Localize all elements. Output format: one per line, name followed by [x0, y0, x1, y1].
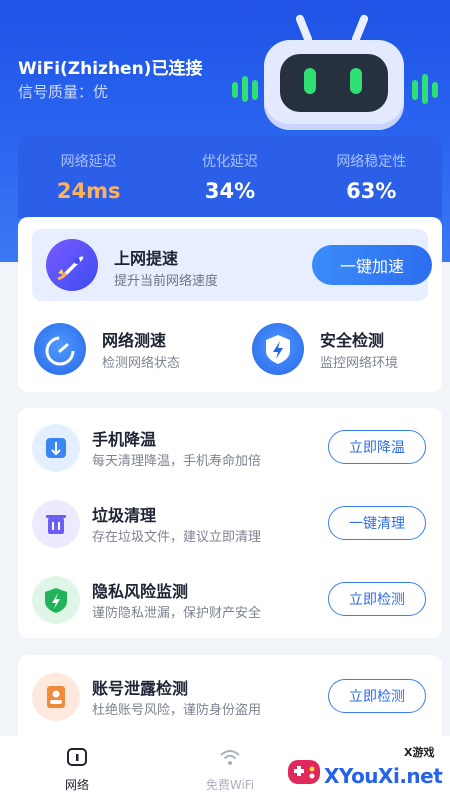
site-watermark: XYouXi.net X游戏: [282, 742, 450, 800]
list-item[interactable]: 手机降温 每天清理降温，手机寿命加倍 立即降温: [18, 414, 442, 484]
network-speed-test-tool[interactable]: 网络测速 检测网络状态: [34, 321, 234, 375]
security-check-tool[interactable]: 安全检测 监控网络环境: [252, 321, 450, 375]
clean-junk-button[interactable]: 一键清理: [328, 506, 426, 540]
privacy-check-button[interactable]: 立即检测: [328, 582, 426, 616]
one-click-boost-button[interactable]: 一键加速: [312, 245, 432, 285]
boost-title: 上网提速: [114, 249, 179, 268]
list-item[interactable]: 隐私风险监测 谨防隐私泄漏，保护财产安全 立即检测: [18, 566, 442, 636]
boost-panel[interactable]: 上网提速 提升当前网络速度 一键加速: [32, 229, 432, 301]
tab-label: 网络: [64, 778, 89, 792]
wifi-status: WiFi(Zhizhen)已连接: [18, 59, 203, 79]
privacy-shield-icon: [32, 576, 80, 624]
watermark-text: XYouXi.net: [324, 764, 443, 788]
list-item[interactable]: 垃圾清理 存在垃圾文件，建议立即清理 一键清理: [18, 490, 442, 560]
tab-free-wifi[interactable]: 免费WiFi: [185, 746, 275, 793]
stat-label: 优化延迟: [201, 154, 258, 170]
row-subtitle: 杜绝账号风险，谨防身份盗用: [92, 703, 262, 718]
list-item[interactable]: 账号泄露检测 杜绝账号风险，谨防身份盗用 立即检测: [18, 663, 442, 733]
account-card: 账号泄露检测 杜绝账号风险，谨防身份盗用 立即检测: [18, 655, 442, 745]
network-tab-icon: [67, 748, 87, 766]
row-title: 手机降温: [92, 430, 157, 449]
main-tools-card: 上网提速 提升当前网络速度 一键加速 网络测速 检测网络状态 安全检测 监控网络…: [18, 217, 442, 392]
stat-stability: 网络稳定性 63%: [306, 151, 436, 203]
cool-down-button[interactable]: 立即降温: [328, 430, 426, 464]
row-title: 隐私风险监测: [92, 582, 189, 601]
stat-value: 63%: [346, 179, 397, 203]
maintenance-card: 手机降温 每天清理降温，手机寿命加倍 立即降温 垃圾清理 存在垃圾文件，建议立即…: [18, 408, 442, 638]
account-check-button[interactable]: 立即检测: [328, 679, 426, 713]
tool-subtitle: 检测网络状态: [102, 356, 181, 371]
stat-latency: 网络延迟 24ms: [24, 151, 154, 203]
signal-quality: 信号质量：优: [18, 83, 109, 101]
row-subtitle: 谨防隐私泄漏，保护财产安全: [92, 606, 262, 621]
tool-subtitle: 监控网络环境: [320, 356, 399, 371]
gamepad-logo-icon: [288, 760, 320, 784]
stat-label: 网络延迟: [60, 154, 117, 170]
robot-mascot-icon: [228, 13, 443, 132]
rocket-icon: [46, 239, 98, 291]
stat-value: 34%: [204, 179, 256, 203]
tab-label: 免费WiFi: [205, 778, 255, 792]
row-subtitle: 每天清理降温，手机寿命加倍: [92, 454, 262, 469]
trash-icon: [32, 500, 80, 548]
id-card-icon: [32, 673, 80, 721]
tool-title: 网络测速: [102, 331, 167, 350]
watermark-small-text: X游戏: [404, 746, 435, 759]
row-title: 账号泄露检测: [92, 679, 189, 698]
row-subtitle: 存在垃圾文件，建议立即清理: [92, 530, 262, 545]
speedometer-icon: [34, 323, 86, 375]
tab-network[interactable]: 网络: [32, 746, 122, 793]
network-stats: 网络延迟 24ms 优化延迟 34% 网络稳定性 63%: [18, 136, 442, 218]
wifi-icon: [220, 750, 240, 765]
phone-cooling-icon: [32, 424, 80, 472]
boost-subtitle: 提升当前网络速度: [114, 274, 219, 289]
row-title: 垃圾清理: [92, 506, 157, 525]
stat-optimized: 优化延迟 34%: [165, 151, 295, 203]
shield-bolt-icon: [252, 323, 304, 375]
stat-value: 24ms: [56, 179, 121, 203]
stat-label: 网络稳定性: [336, 154, 407, 170]
tool-title: 安全检测: [320, 331, 385, 350]
